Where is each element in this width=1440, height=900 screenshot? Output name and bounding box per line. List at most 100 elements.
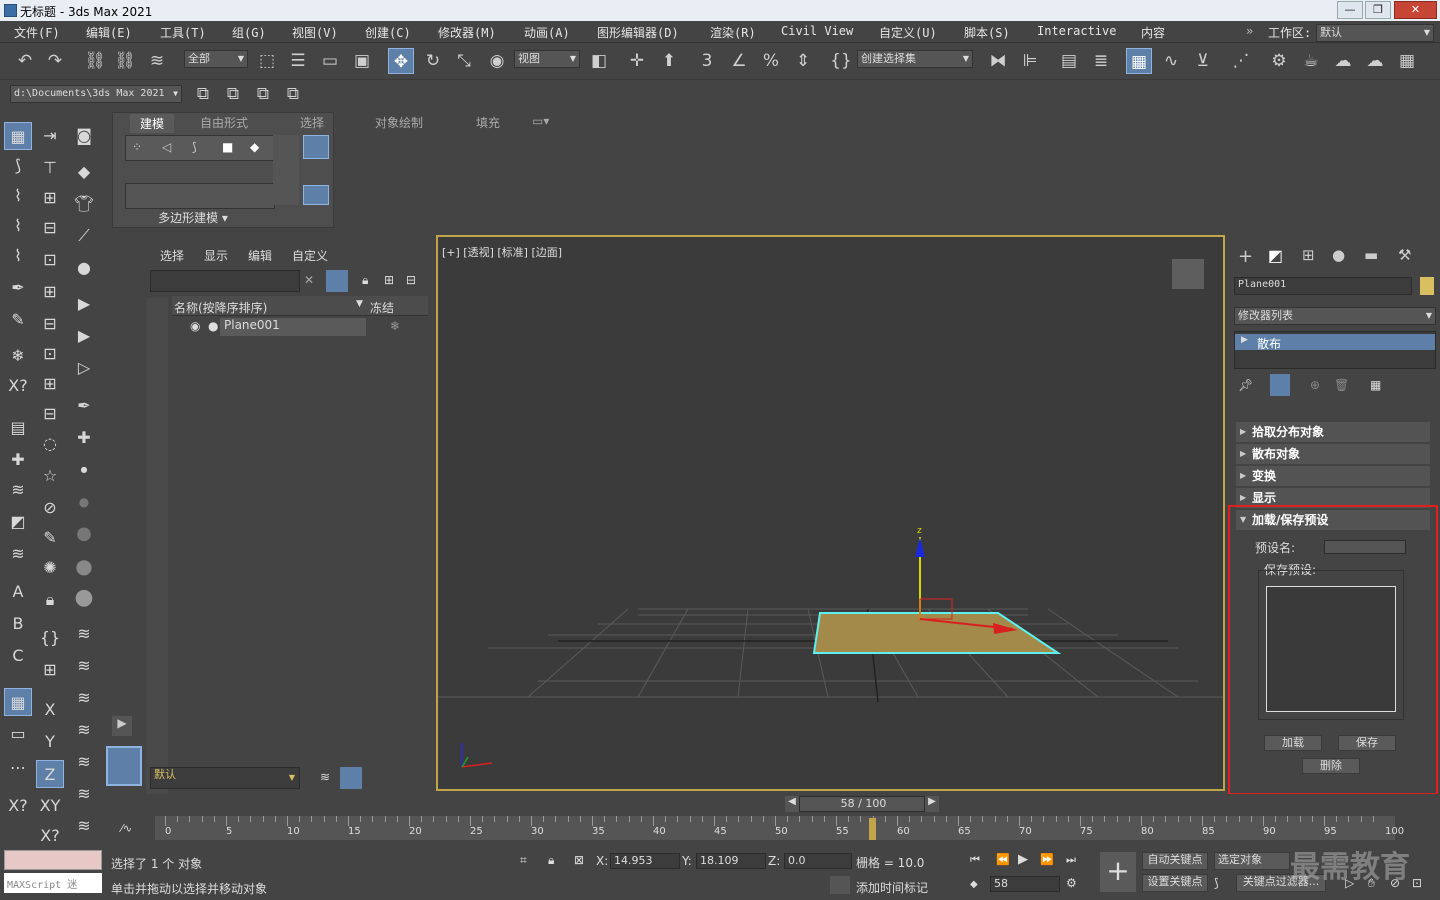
brush-icon[interactable]: ✎ [4,306,32,334]
axis-y-icon[interactable]: Y [36,728,64,756]
pen-icon[interactable]: ✒ [4,274,32,302]
rollout-scatter-objects[interactable]: ▶ 散布对象 [1236,444,1430,464]
scatter-modifier[interactable]: 散布 [1257,335,1281,352]
manipulate-icon[interactable]: ✛ [624,48,650,74]
tool-g-icon[interactable]: ⊞ [36,370,64,398]
axis-z-icon[interactable]: Z [36,760,64,788]
scene-tab-display[interactable]: 显示 [204,247,228,264]
polygon-icon[interactable]: ■ [222,140,233,154]
clear-search-icon[interactable]: ✕ [304,273,314,287]
plus-axis-icon[interactable]: ✚ [70,424,98,452]
maximize-viewport-icon[interactable]: ⊡ [1412,876,1422,890]
key-filter-icon[interactable]: ⟆ [1214,876,1219,890]
stack2-icon[interactable]: ≋ [4,540,32,568]
modifier-list-dropdown[interactable]: 修改器列表 ▼ [1234,307,1436,325]
new-project-icon[interactable]: ⧉ [250,81,276,107]
layer-dropdown[interactable]: 默认 ▼ [150,767,300,789]
object-name[interactable]: Plane001 [220,318,366,336]
layer-explorer-toggle-icon[interactable] [340,767,362,789]
lock-icon[interactable]: 🔒︎ [36,586,64,614]
current-frame-field[interactable]: 58 [990,876,1060,892]
close-button[interactable]: ✕ [1394,1,1437,19]
menu-rendering[interactable]: 渲染(R) [710,24,756,41]
utilities-tab-icon[interactable]: ⚒ [1398,246,1411,264]
vertex-icon[interactable]: ⁘ [132,140,142,154]
letter-a-icon[interactable]: A [4,578,32,606]
render-icon[interactable]: ☁ [1362,48,1388,74]
scene-row[interactable]: ◉ ● Plane001 ❄ [172,318,428,336]
snap-toggle-icon[interactable]: 3 [694,48,720,74]
menu-group[interactable]: 组(G) [232,24,266,41]
current-frame-marker[interactable] [869,818,876,840]
set-project-icon[interactable]: ⧉ [190,81,216,107]
layer-stack-icon[interactable]: ≋ [320,770,330,784]
expand-icon[interactable]: ▶ [1241,335,1248,345]
selection-lock-icon[interactable]: 🔒︎ [548,853,554,868]
tab-populate[interactable]: 填充 [476,114,500,131]
axis-x-icon[interactable]: X [36,696,64,724]
shape-icon[interactable]: ◆ [70,158,98,186]
edge-icon[interactable]: ◁ [162,140,171,154]
snowflake-icon[interactable]: ❄ [4,342,32,370]
menu-graph-editors[interactable]: 图形编辑器(D) [597,24,679,41]
create-tab-icon[interactable]: + [1238,246,1253,267]
dot-large-icon[interactable]: ● [70,520,98,548]
visibility-eye-icon[interactable]: ◉ [190,319,200,333]
remove-modifier-icon[interactable]: 🗑︎ [1334,378,1349,392]
curve-toggle-icon[interactable]: ⁄∿ [121,822,132,835]
play-button-icon[interactable]: ▶ [1018,852,1028,867]
project-folder-icon[interactable]: ⧉ [280,81,306,107]
feather-icon[interactable]: ✒ [70,392,98,420]
link-icon[interactable]: ⛓ [82,48,108,74]
polygon-modeling-label[interactable]: 多边形建模 ▾ [113,209,273,226]
select-rotate-icon[interactable]: ↻ [420,48,446,74]
next-key-icon[interactable]: ⏩ [1040,853,1054,866]
xy-snap-icon[interactable]: X? [4,792,32,820]
goto-end-icon[interactable]: ⏭ [1066,853,1076,867]
redo-icon[interactable]: ↷ [42,48,68,74]
tool-i-icon[interactable]: ◌ [36,430,64,458]
presets-list[interactable] [1266,586,1396,712]
material-editor-icon[interactable]: ⚙ [1266,48,1292,74]
prev-key-icon[interactable]: ⏪ [996,853,1010,866]
place-icon[interactable]: ◉ [484,48,510,74]
goto-start-icon[interactable]: ⏮ [970,853,980,867]
edit-named-sel-icon[interactable]: {} [828,48,854,74]
bind-spacewarp-icon[interactable]: ≋ [144,48,170,74]
scene-tab-edit[interactable]: 编辑 [248,247,272,264]
bone-icon[interactable]: ⟋ [70,222,98,250]
menu-interactive[interactable]: Interactive [1037,24,1116,38]
select-by-name-icon[interactable]: ☰ [285,48,311,74]
rect-selection-icon[interactable]: ▭ [317,48,343,74]
menu-content[interactable]: 内容 [1141,24,1165,41]
curve-editor-icon[interactable]: ∿ [1158,48,1184,74]
project-path-dropdown[interactable]: d:\Documents\3ds Max 2021 ▼ [10,85,182,103]
layer-stack-e-icon[interactable]: ≋ [70,748,98,776]
render-online-icon[interactable]: ▦ [1394,48,1420,74]
layers-icon[interactable]: ▤ [4,414,32,442]
view-cube-icon[interactable]: ◙ [70,122,98,150]
freeze-icon[interactable]: ❄ [390,319,400,333]
tab-object-paint[interactable]: 对象绘制 [375,114,423,131]
pan-icon[interactable]: ✋︎ [1368,876,1375,891]
braces-icon[interactable]: {} [36,624,64,652]
select-move-icon[interactable]: ✥ [388,48,414,74]
delete-button[interactable]: 删除 [1302,758,1360,774]
save-button[interactable]: 保存 [1338,735,1396,751]
scene-search-input[interactable] [150,270,300,292]
tool-f-icon[interactable]: ⊡ [36,340,64,368]
film-icon[interactable]: ▶ [70,290,98,318]
stack-icon[interactable]: ≋ [4,476,32,504]
tab-freeform[interactable]: 自由形式 [200,114,248,131]
isolate-icon[interactable]: ⌗ [520,853,527,868]
tshirt-icon[interactable]: 👕︎ [70,190,98,218]
axis-xy-icon[interactable]: XY [36,792,64,820]
x-coord-field[interactable]: 14.953 [610,853,680,869]
layer-explorer-icon[interactable]: ≣ [1088,48,1114,74]
tool-h-icon[interactable]: ⊟ [36,400,64,428]
display-tab-icon[interactable]: ▬ [1364,246,1378,264]
pin-stack-icon[interactable]: 📌︎ [1238,378,1253,392]
scene-tab-select[interactable]: 选择 [160,247,184,264]
menu-scripting[interactable]: 脚本(S) [964,24,1010,41]
angle-snap-icon[interactable]: ∠ [726,48,752,74]
